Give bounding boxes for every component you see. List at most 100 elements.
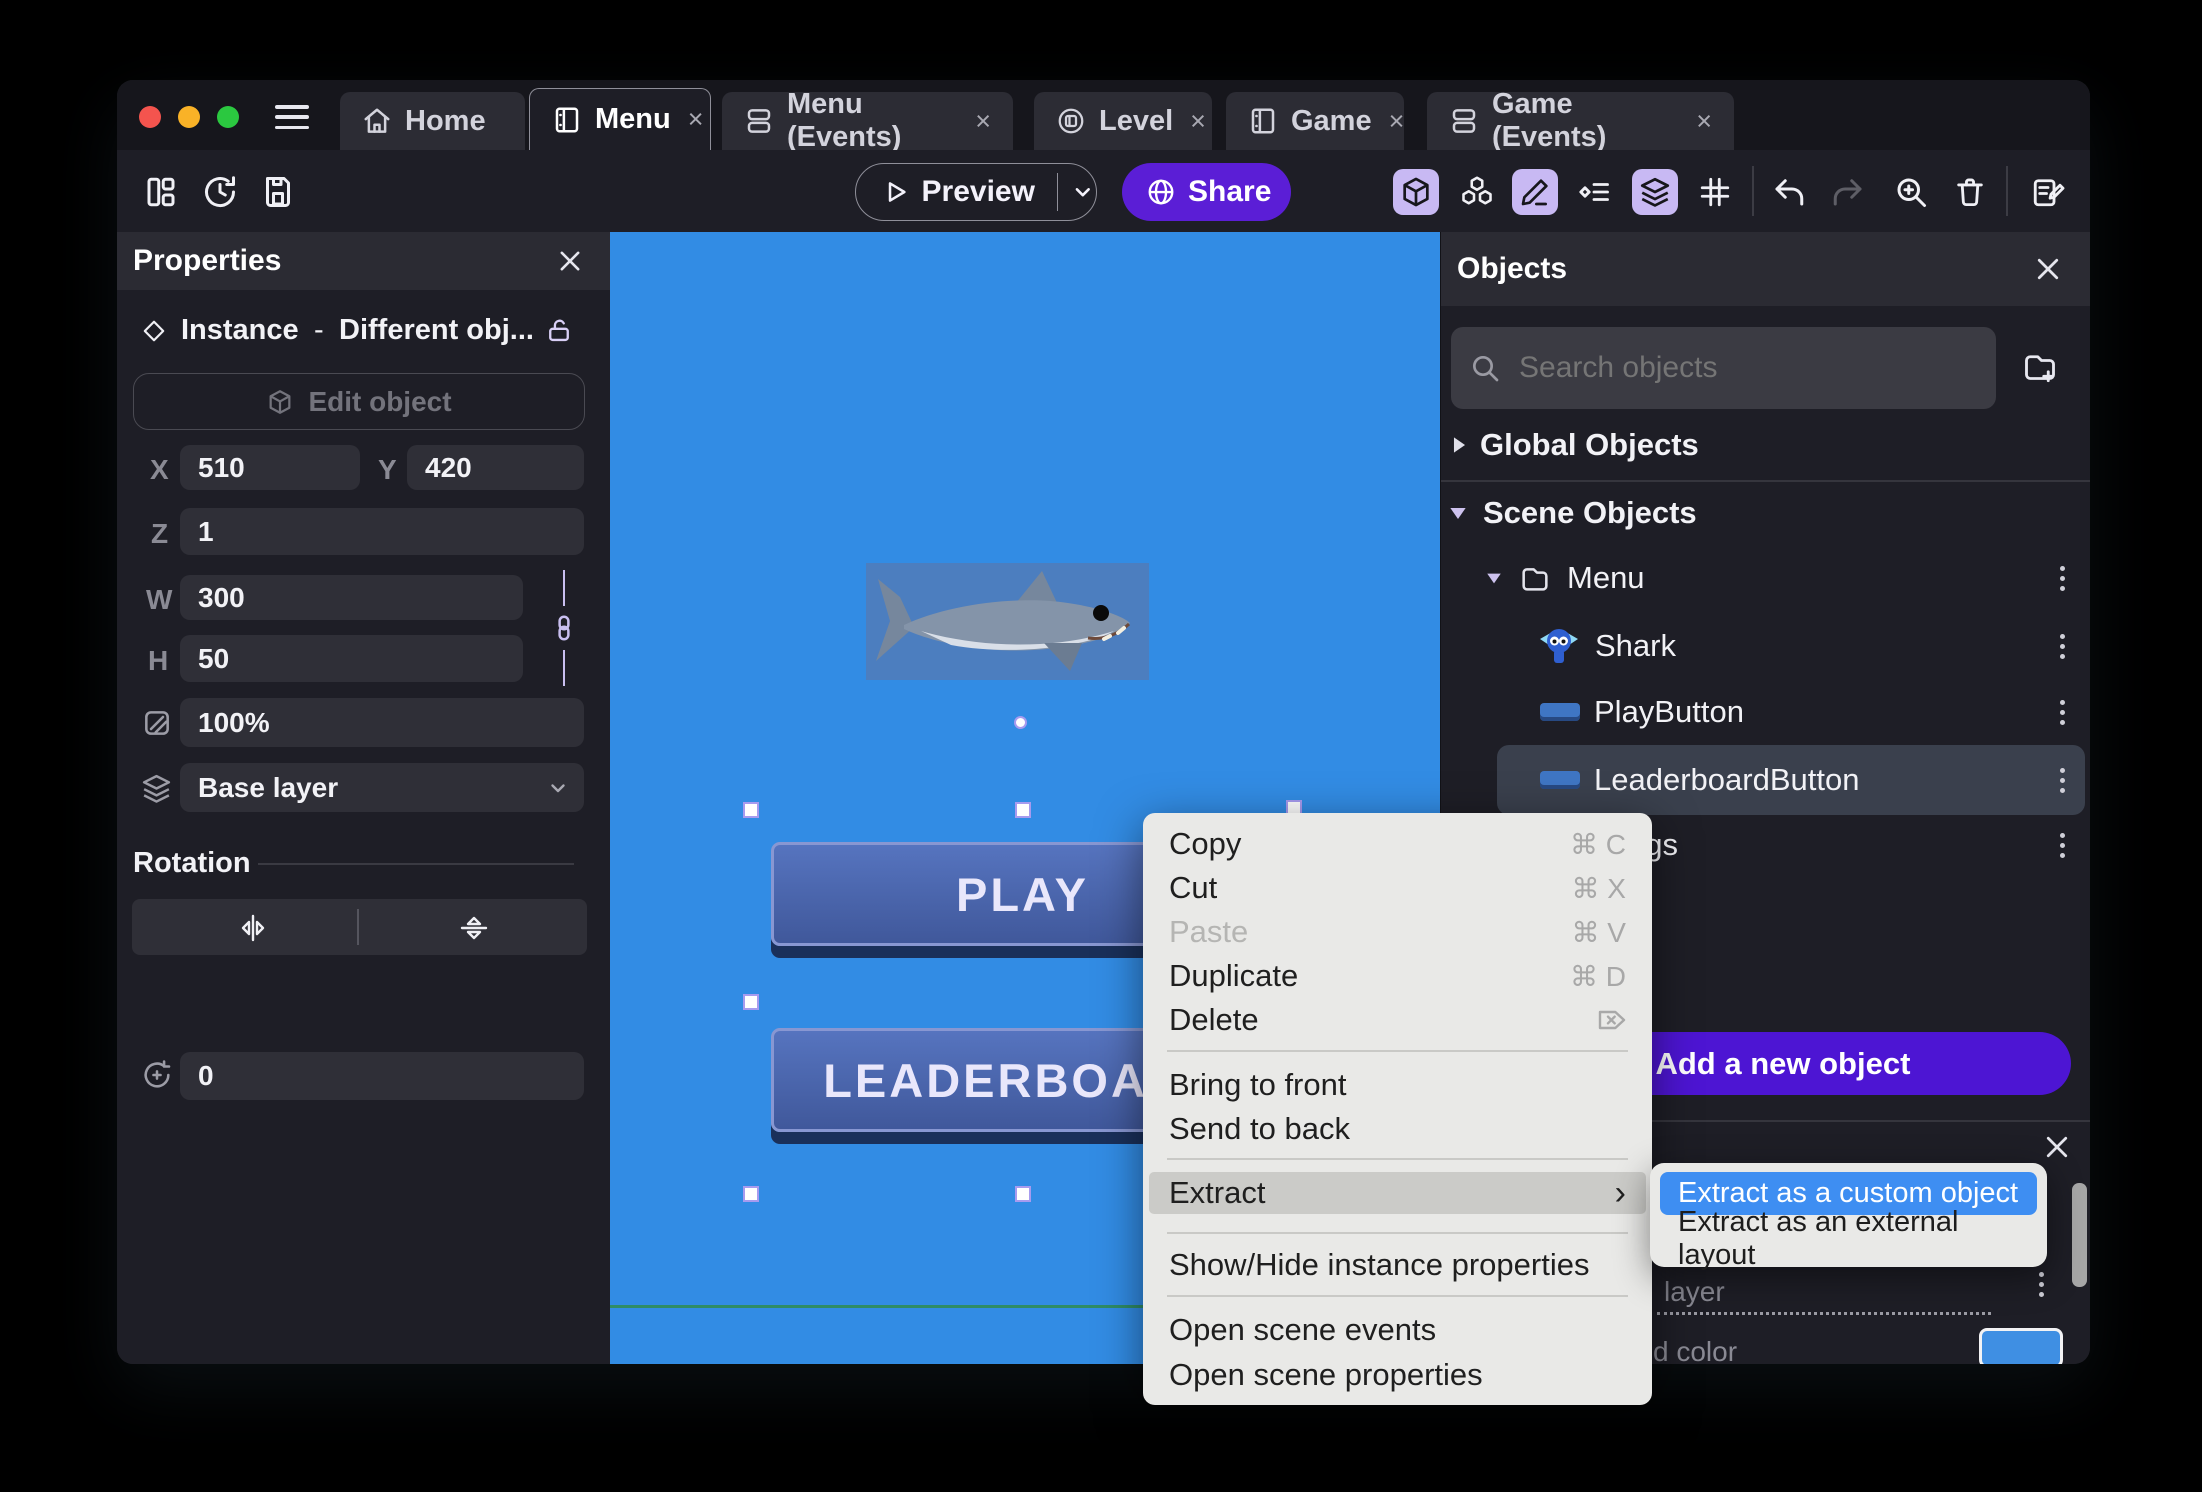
y-label: Y [378,454,397,485]
rotation-icon [144,1060,171,1088]
menu-item-bring-to-front[interactable]: Bring to front [1143,1063,1652,1107]
tab-close-icon[interactable]: × [688,104,704,135]
selection-handle[interactable] [1015,802,1031,818]
tab-label: Menu [595,103,671,135]
preview-button[interactable]: Preview [855,163,1097,221]
menu-item-open-scene-properties[interactable]: Open scene properties [1143,1353,1652,1397]
tab-level[interactable]: Level × [1034,92,1212,150]
menu-item-copy[interactable]: Copy ⌘ C [1143,822,1652,866]
object-mode-button[interactable] [1393,169,1439,215]
main-menu-icon[interactable] [275,105,309,129]
kebab-menu-icon[interactable] [2060,633,2065,659]
divider [258,863,574,865]
close-icon[interactable] [556,247,584,275]
instance-properties-button[interactable] [1571,169,1617,215]
layer-select[interactable]: Base layer [180,763,584,812]
button-object-icon [1540,703,1580,721]
menu-item-paste[interactable]: Paste ⌘ V [1143,910,1652,954]
tab-close-icon[interactable]: × [1190,106,1206,137]
kebab-menu-icon[interactable] [2060,699,2065,725]
rotation-input[interactable] [180,1052,584,1100]
lock-open-icon[interactable] [545,316,573,344]
layers-button[interactable] [1632,169,1678,215]
kebab-menu-icon[interactable] [2060,832,2065,858]
undo-button[interactable] [1766,169,1812,215]
shark-sprite[interactable] [866,563,1149,680]
menu-item-label: Extract [1169,1175,1266,1210]
section-global-objects[interactable]: Global Objects [1441,417,2090,473]
tab-game[interactable]: Game × [1226,92,1404,150]
w-input[interactable] [180,575,523,620]
tab-label: Level [1099,104,1174,137]
globe-icon [1148,179,1174,205]
edit-scene-properties-button[interactable] [2025,169,2071,215]
z-input[interactable] [180,508,584,555]
flip-vertical-icon[interactable] [458,912,490,944]
menu-item-cut[interactable]: Cut ⌘ X [1143,866,1652,910]
add-folder-icon[interactable] [2022,350,2058,386]
selection-handle[interactable] [743,994,759,1010]
edit-mode-button[interactable] [1512,169,1558,215]
pencil-icon [1521,179,1548,206]
h-input[interactable] [180,635,523,682]
screen: Home Menu × Menu (Events) × Level × Game… [0,0,2202,1492]
share-button[interactable]: Share [1122,163,1291,221]
kebab-menu-icon[interactable] [2060,565,2065,591]
panels-layout-icon[interactable] [143,174,179,210]
menu-item-show-hide-instance-properties[interactable]: Show/Hide instance properties [1143,1243,1652,1287]
menu-item-send-to-back[interactable]: Send to back [1143,1107,1652,1151]
menu-item-label: Duplicate [1169,958,1299,993]
submenu-item-label: Extract as an external layout [1678,1206,1959,1271]
section-label: Scene Objects [1483,495,1697,530]
tab-home[interactable]: Home [340,92,525,150]
chevron-down-icon[interactable] [1070,179,1096,205]
selection-handle[interactable] [743,1186,759,1202]
link-icon[interactable] [549,613,579,643]
tab-close-icon[interactable]: × [1389,106,1405,137]
menu-item-extract[interactable]: Extract › [1149,1172,1646,1214]
color-swatch[interactable] [1979,1328,2063,1364]
grid-button[interactable] [1692,169,1738,215]
opacity-input[interactable] [180,698,584,747]
menu-item-open-scene-events[interactable]: Open scene events [1143,1308,1652,1352]
tab-close-icon[interactable]: × [1696,106,1712,137]
submenu-item-extract-external-layout[interactable]: Extract as an external layout [1660,1206,2037,1271]
button-object-icon [1540,771,1580,789]
maximize-window-icon[interactable] [217,106,239,128]
close-icon[interactable] [2033,254,2063,284]
search-input[interactable] [1517,350,1951,386]
edit-object-button[interactable]: Edit object [133,373,585,430]
context-menu: Copy ⌘ C Cut ⌘ X Paste ⌘ V Duplicate ⌘ D… [1143,813,1652,1405]
menu-item-delete[interactable]: Delete [1143,998,1652,1042]
zoom-button[interactable] [1888,169,1934,215]
selection-handle[interactable] [1015,1186,1031,1202]
menu-item-duplicate[interactable]: Duplicate ⌘ D [1143,954,1652,998]
flip-horizontal-icon[interactable] [237,912,269,944]
x-input[interactable] [180,445,360,490]
tab-menu[interactable]: Menu × [529,88,711,150]
close-window-icon[interactable] [139,106,161,128]
rotate-handle[interactable] [1014,716,1027,729]
history-icon[interactable] [202,174,238,210]
minimize-window-icon[interactable] [178,106,200,128]
kebab-menu-icon[interactable] [2060,767,2065,793]
redo-button[interactable] [1825,169,1871,215]
tab-menu-events[interactable]: Menu (Events) × [722,88,1013,153]
selection-handle[interactable] [743,802,759,818]
tab-game-events[interactable]: Game (Events) × [1427,88,1734,153]
tree-item-shark[interactable]: Shark [1441,618,2090,674]
kebab-menu-icon[interactable] [2039,1272,2065,1297]
save-icon[interactable] [260,174,296,210]
link-bracket-bottom [563,650,565,686]
section-scene-objects[interactable]: Scene Objects [1441,485,2090,541]
tree-folder-menu[interactable]: Menu [1441,550,2090,606]
scrollbar-thumb[interactable] [2072,1183,2087,1287]
tree-item-leaderboardbutton[interactable]: LeaderboardButton [1441,752,2090,808]
tab-close-icon[interactable]: × [975,106,991,137]
close-icon[interactable] [2042,1132,2072,1162]
delete-button[interactable] [1947,169,1993,215]
instances-button[interactable] [1454,169,1500,215]
y-input[interactable] [407,445,584,490]
tree-item-playbutton[interactable]: PlayButton [1441,684,2090,740]
menu-item-label: Show/Hide instance properties [1169,1247,1590,1282]
